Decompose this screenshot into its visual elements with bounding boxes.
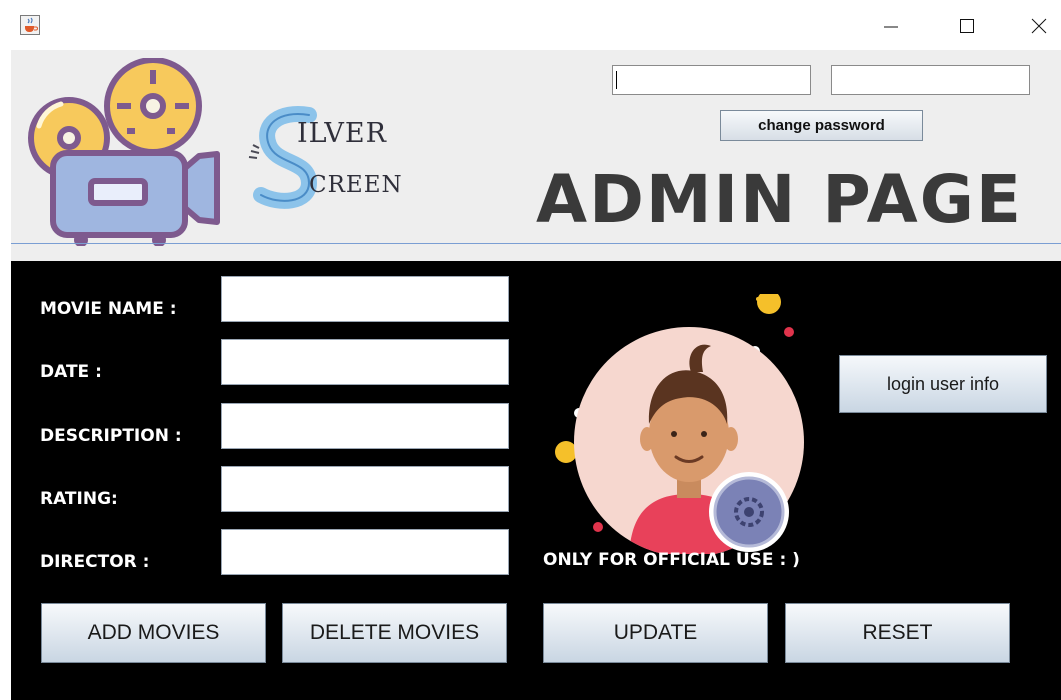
date-label: DATE : [40,362,102,382]
movie-name-input[interactable] [221,276,509,322]
description-input[interactable] [221,403,509,449]
movie-name-label: MOVIE NAME : [40,299,177,319]
movie-camera-logo-icon [28,58,220,246]
title-bar [0,0,1061,50]
minimize-icon [884,26,898,28]
update-button[interactable]: UPDATE [543,603,768,663]
main-frame: ILVER CREEN change password ADMIN PAGE M… [11,50,1061,700]
change-password-button[interactable]: change password [720,110,923,141]
rating-input[interactable] [221,466,509,512]
admin-avatar-icon [555,294,804,554]
add-movies-button[interactable]: ADD MOVIES [41,603,266,663]
director-input[interactable] [221,529,509,575]
minimize-button[interactable] [876,12,906,40]
date-input[interactable] [221,339,509,385]
password-field-1[interactable] [612,65,811,95]
close-icon [1031,18,1047,34]
page-title: ADMIN PAGE [536,161,1023,238]
maximize-button[interactable] [952,12,982,40]
close-button[interactable] [1024,12,1054,40]
official-use-note: ONLY FOR OFFICIAL USE : ) [543,550,800,570]
password-field-2[interactable] [831,65,1030,95]
reset-button[interactable]: RESET [785,603,1010,663]
content-panel: MOVIE NAME : DATE : DESCRIPTION : RATING… [11,261,1061,700]
maximize-icon [960,19,974,33]
logo-word-screen: CREEN [309,172,403,198]
description-label: DESCRIPTION : [40,426,182,446]
rating-label: RATING: [40,489,118,509]
java-cup-icon[interactable] [20,15,40,35]
delete-movies-button[interactable]: DELETE MOVIES [282,603,507,663]
header-divider [11,243,1061,244]
logo-word-silver: ILVER [297,118,387,149]
login-user-info-button[interactable]: login user info [839,355,1047,413]
header: ILVER CREEN change password ADMIN PAGE [11,50,1061,246]
text-caret [616,71,617,89]
director-label: DIRECTOR : [40,552,150,572]
